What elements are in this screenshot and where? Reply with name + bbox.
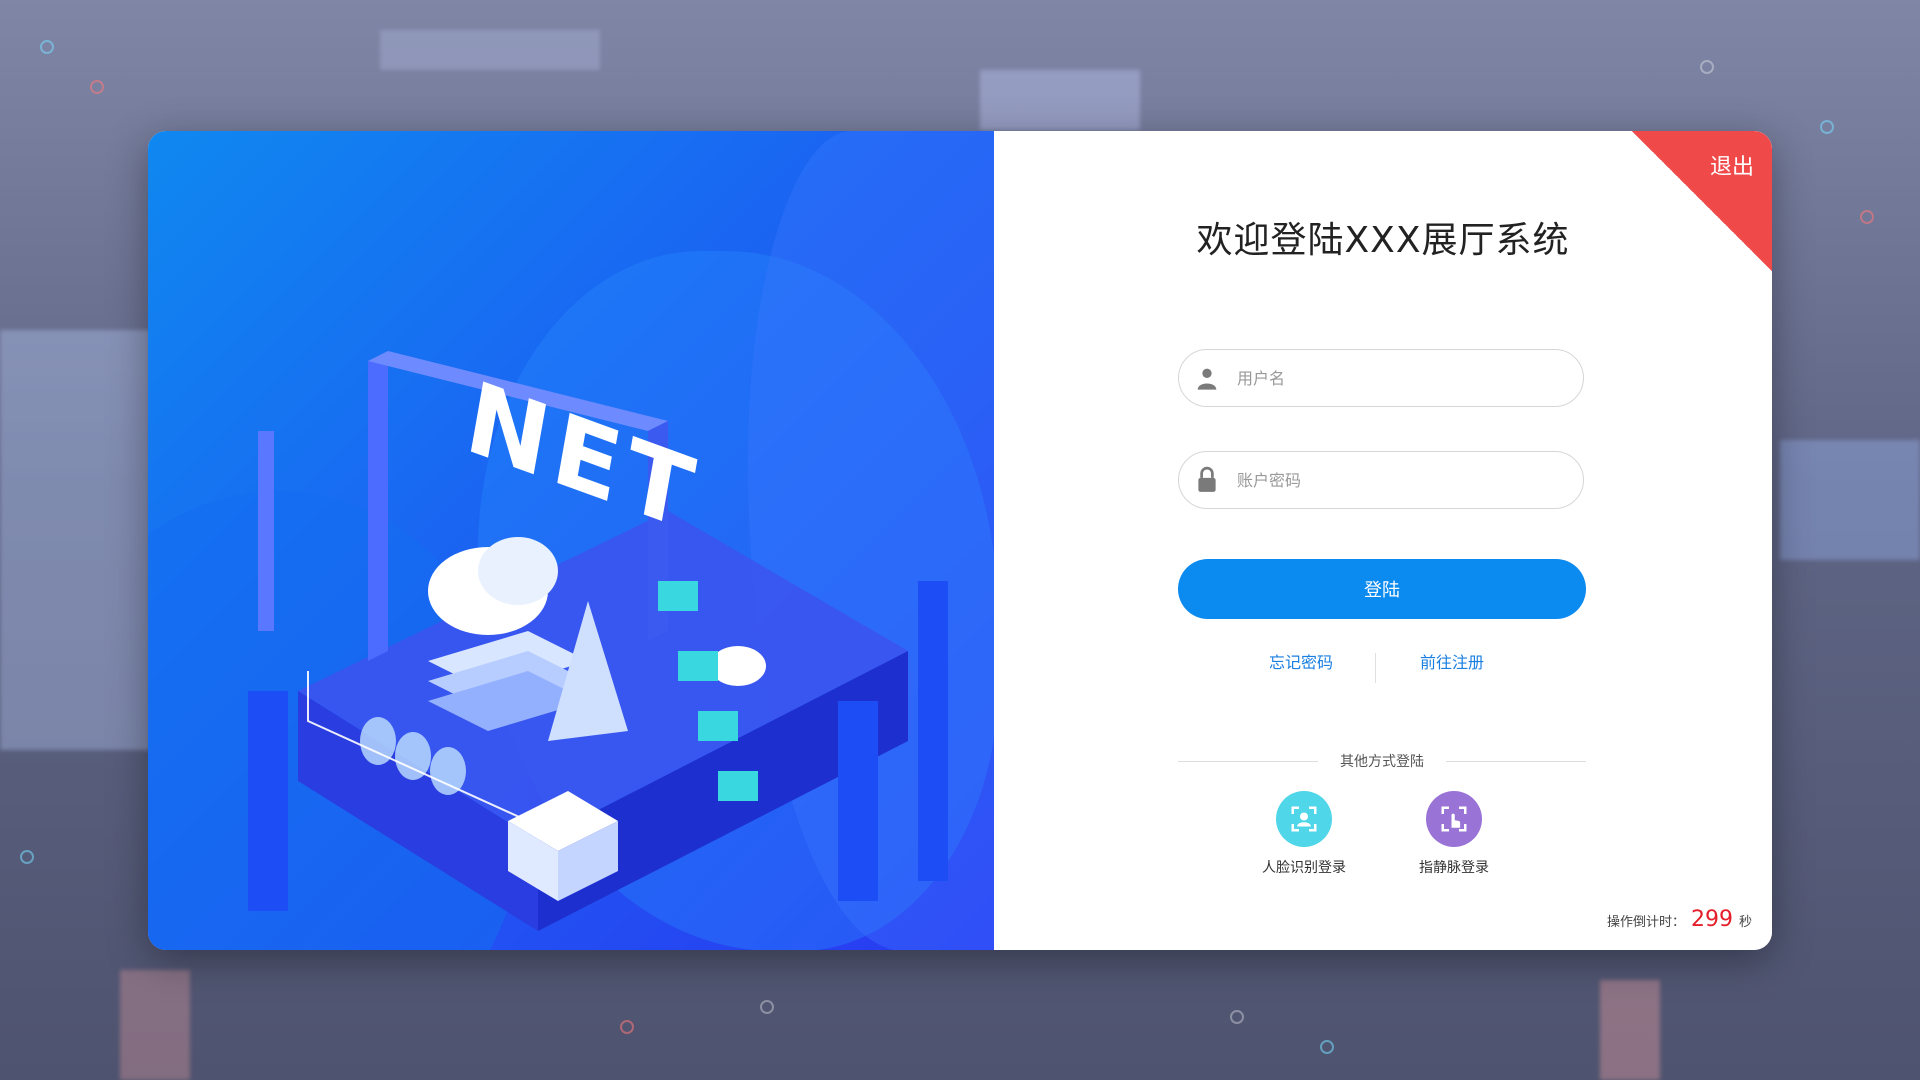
face-login-option[interactable]: 人脸识别登录 — [1244, 791, 1364, 877]
password-field[interactable] — [1178, 451, 1584, 509]
other-login-header: 其他方式登陆 — [1178, 751, 1586, 771]
isometric-net-illustration — [248, 351, 948, 931]
countdown-label: 操作倒计时： — [1606, 915, 1685, 930]
countdown: 操作倒计时： 299 秒 — [1607, 907, 1752, 932]
vein-login-label: 指静脉登录 — [1419, 860, 1489, 876]
exit-button[interactable]: 退出 — [1710, 149, 1754, 181]
face-scan-icon[interactable] — [1276, 791, 1332, 847]
countdown-value: 299 — [1690, 907, 1733, 932]
forgot-password-link[interactable]: 忘记密码 — [1269, 649, 1333, 673]
link-divider — [1375, 653, 1376, 683]
register-link[interactable]: 前往注册 — [1420, 649, 1484, 673]
auth-links: 忘记密码 前往注册 — [994, 649, 1772, 683]
illustration-panel: NET — [148, 131, 994, 950]
vein-login-option[interactable]: 指静脉登录 — [1394, 791, 1514, 877]
password-input[interactable] — [1235, 469, 1559, 491]
username-field[interactable] — [1178, 349, 1584, 407]
login-panel: 退出 欢迎登陆XXX展厅系统 登陆 忘记密码 前往注册 其他方式登陆 — [994, 131, 1772, 950]
lock-icon — [1179, 451, 1235, 509]
login-card: NET 退出 欢迎登陆XXX展厅系统 登陆 忘记密码 前往注册 其 — [148, 131, 1772, 950]
login-button[interactable]: 登陆 — [1178, 559, 1586, 619]
finger-vein-icon[interactable] — [1426, 791, 1482, 847]
page-title: 欢迎登陆XXX展厅系统 — [1196, 220, 1570, 261]
username-input[interactable] — [1235, 367, 1559, 389]
divider-right — [1446, 761, 1586, 762]
countdown-unit: 秒 — [1738, 915, 1752, 930]
face-login-label: 人脸识别登录 — [1262, 860, 1346, 876]
user-icon — [1179, 349, 1235, 407]
